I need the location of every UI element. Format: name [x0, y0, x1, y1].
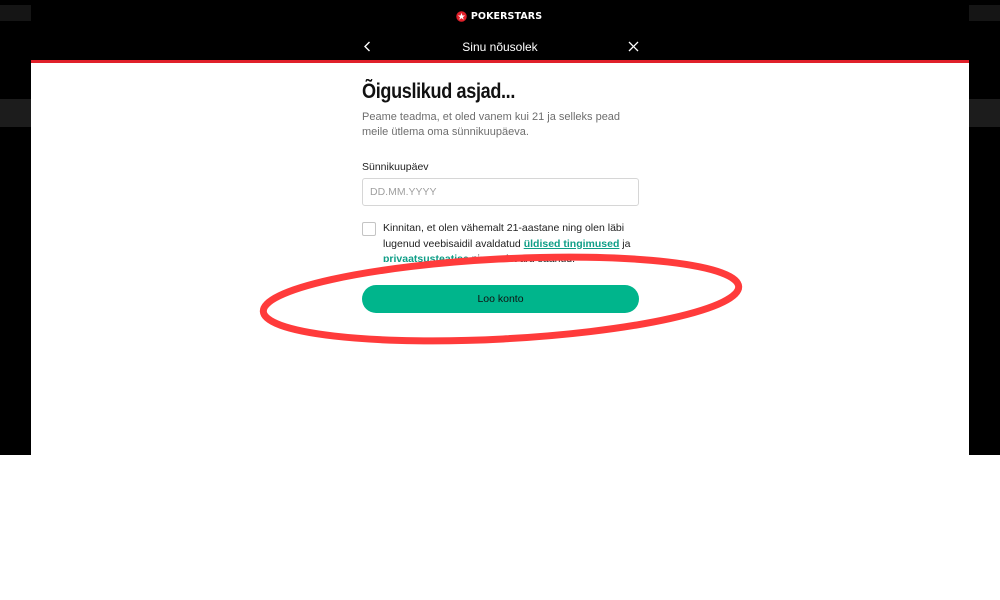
modal-title: Sinu nõusolek	[462, 40, 538, 54]
consent-panel: Õiguslikud asjad... Peame teadma, et ole…	[31, 63, 969, 455]
spade-star-icon	[456, 10, 467, 22]
close-button[interactable]	[626, 38, 640, 54]
brand-name: POKERSTARS	[470, 10, 543, 22]
birthdate-label: Sünnikuupäev	[362, 161, 429, 173]
consent-text-part: ja	[619, 237, 631, 250]
background-element	[969, 99, 1000, 127]
terms-link[interactable]: üldised tingimused	[524, 238, 620, 250]
brand: POKERSTARS	[456, 11, 542, 22]
consent-form: Õiguslikud asjad... Peame teadma, et ole…	[362, 80, 639, 313]
close-icon	[628, 41, 638, 51]
consent-row: Kinnitan, et olen vähemalt 21-aastane ni…	[362, 221, 639, 265]
consent-text: Kinnitan, et olen vähemalt 21-aastane ni…	[383, 221, 643, 262]
app-screen: POKERSTARS Sinu nõusolek Õiguslikud asja…	[0, 0, 1000, 455]
modal-header: Sinu nõusolek	[360, 32, 640, 60]
top-bar: POKERSTARS	[0, 0, 1000, 32]
consent-checkbox[interactable]	[362, 222, 376, 236]
intro-text: Peame teadma, et oled vanem kui 21 ja se…	[362, 111, 621, 138]
consent-text-part: ning neist aru saanud.	[468, 253, 576, 262]
birthdate-input[interactable]	[362, 178, 639, 206]
background-element	[0, 99, 31, 127]
submit-button[interactable]: Loo konto	[362, 285, 639, 313]
page-title: Õiguslikud asjad...	[362, 80, 516, 103]
privacy-link[interactable]: privaatsusteatise	[383, 253, 469, 262]
